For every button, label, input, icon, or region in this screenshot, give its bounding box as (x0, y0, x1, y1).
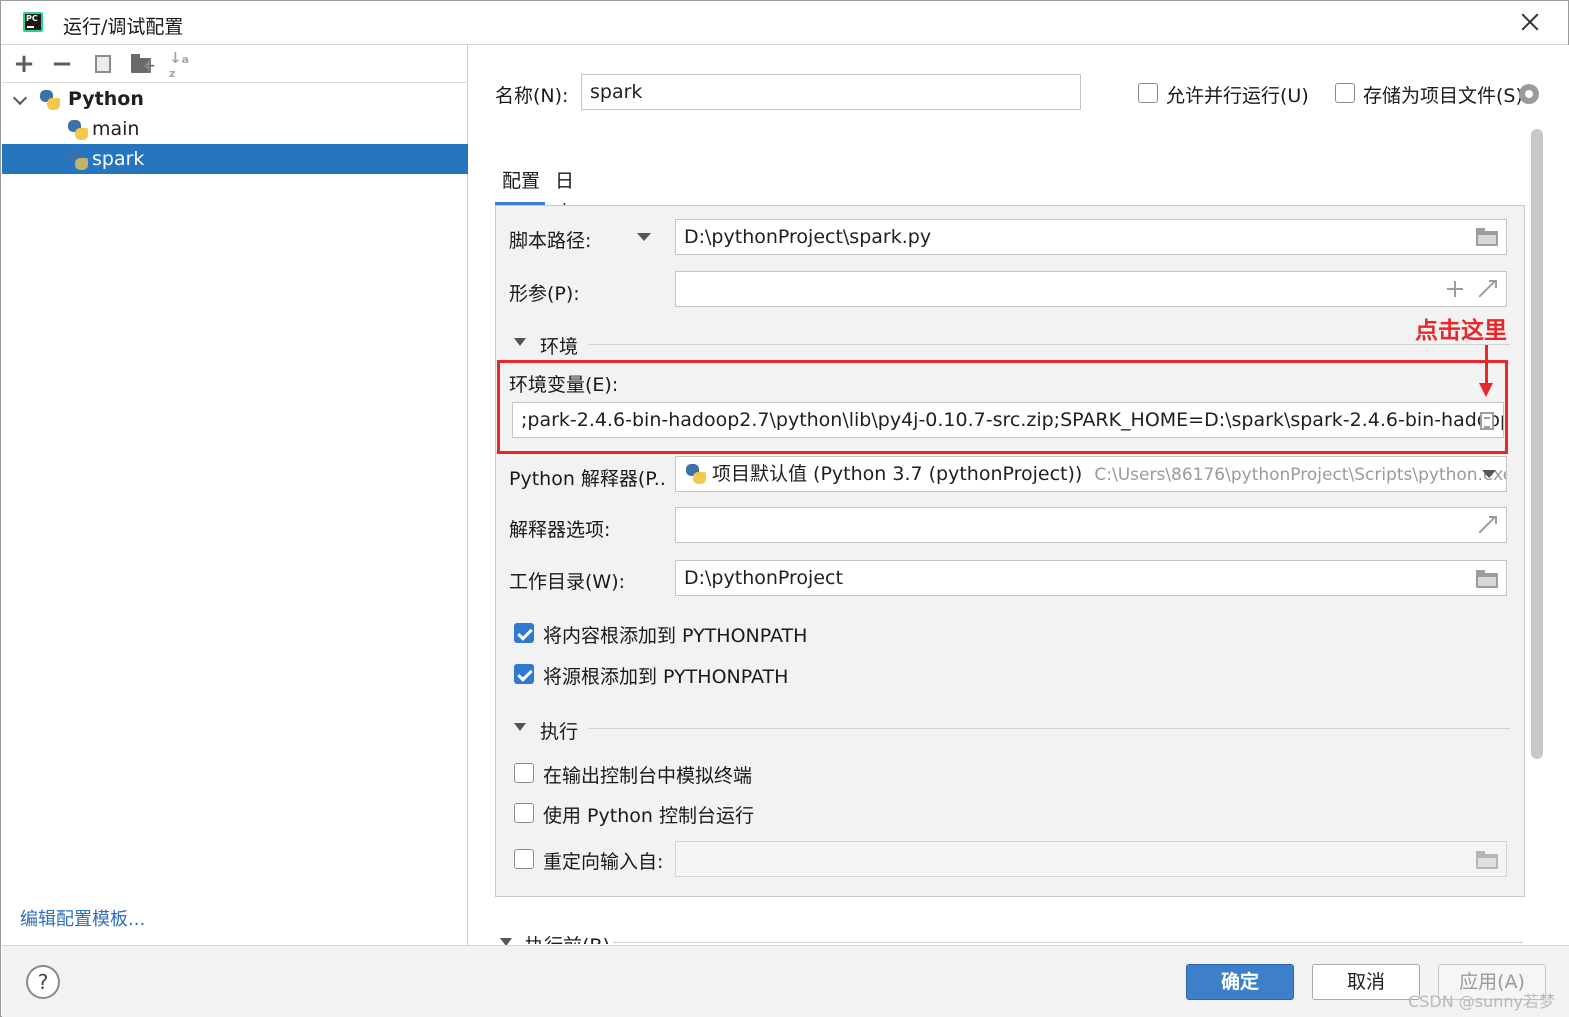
params-label: 形参(P): (509, 283, 580, 305)
store-as-file-checkbox[interactable] (1335, 83, 1355, 103)
section-divider (588, 344, 1510, 345)
python-icon (68, 120, 88, 140)
interp-options-label: 解释器选项: (509, 519, 611, 541)
tree-item-label: main (92, 118, 140, 140)
expand-icon[interactable] (1478, 516, 1496, 534)
tree-item-label: spark (92, 148, 145, 170)
workdir-label: 工作目录(W): (509, 571, 626, 593)
add-content-roots-checkbox[interactable] (514, 623, 534, 643)
tab-config[interactable]: 配置 (495, 165, 545, 205)
add-icon[interactable]: + (11, 51, 37, 77)
folder-icon[interactable] (1476, 570, 1498, 588)
gear-icon[interactable] (1519, 84, 1539, 104)
tree-item-main[interactable]: main (2, 114, 468, 144)
section-divider (613, 942, 1523, 943)
interpreter-select[interactable]: 项目默认值 (Python 3.7 (pythonProject)) C:\Us… (675, 456, 1507, 492)
title-bar: PC 运行/调试配置 (1, 1, 1568, 45)
python-icon (686, 464, 706, 484)
run-debug-config-dialog: PC 运行/调试配置 + − ↓az Python main spark 编辑配… (0, 0, 1569, 1017)
allow-parallel-checkbox[interactable] (1138, 83, 1158, 103)
tree-group-python[interactable]: Python (2, 84, 468, 114)
chevron-down-icon[interactable] (514, 723, 526, 731)
sort-icon[interactable]: ↓a z (169, 51, 189, 80)
script-path-label: 脚本路径: (509, 230, 592, 252)
edit-templates-link[interactable]: 编辑配置模板... (20, 905, 145, 931)
remove-icon[interactable]: − (49, 51, 75, 77)
python-icon (40, 90, 60, 110)
expand-icon[interactable] (1478, 280, 1496, 298)
interp-options-input[interactable] (675, 507, 1507, 543)
allow-parallel-label: 允许并行运行(U) (1166, 85, 1309, 107)
name-label: 名称(N): (495, 85, 569, 107)
add-source-roots-checkbox[interactable] (514, 664, 534, 684)
script-path-input[interactable]: D:\pythonProject\spark.py (675, 219, 1507, 255)
python-icon (68, 150, 88, 170)
pycharm-icon: PC (23, 12, 43, 32)
interpreter-value: 项目默认值 (Python 3.7 (pythonProject)) (712, 463, 1083, 485)
folder-icon[interactable] (1476, 851, 1498, 869)
chevron-down-icon[interactable] (637, 233, 651, 241)
emulate-terminal-checkbox[interactable] (514, 763, 534, 783)
env-section-title: 环境 (540, 336, 579, 358)
watermark: CSDN @sunny若梦 (1408, 992, 1555, 1011)
params-input[interactable] (675, 271, 1507, 307)
exec-section-title: 执行 (540, 721, 579, 743)
before-launch-title: 执行前(B) (525, 931, 610, 944)
highlight-box (497, 360, 1508, 454)
interpreter-label: Python 解释器(P.. (509, 468, 666, 490)
ok-button[interactable]: 确定 (1186, 964, 1294, 1000)
add-content-roots-label: 将内容根添加到 PYTHONPATH (543, 625, 808, 647)
arrow-down-icon (1479, 345, 1493, 397)
config-form: 脚本路径: D:\pythonProject\spark.py 形参(P): 环… (495, 205, 1525, 897)
interpreter-path: C:\Users\86176\pythonProject\Scripts\pyt… (1094, 465, 1507, 485)
run-python-console-label: 使用 Python 控制台运行 (543, 805, 754, 827)
add-source-roots-label: 将源根添加到 PYTHONPATH (543, 666, 789, 688)
tree-group-label: Python (68, 88, 144, 110)
chevron-down-icon[interactable] (514, 338, 526, 346)
close-icon[interactable] (1518, 10, 1542, 34)
redirect-input-checkbox[interactable] (514, 849, 534, 869)
window-title: 运行/调试配置 (63, 16, 184, 38)
tab-logs[interactable]: 日志 (555, 165, 574, 224)
new-folder-icon[interactable] (131, 54, 156, 74)
redirect-input-field[interactable] (675, 841, 1507, 877)
plus-icon[interactable] (1447, 281, 1463, 297)
vertical-scrollbar[interactable] (1531, 129, 1543, 759)
help-button[interactable]: ? (26, 965, 60, 999)
redirect-input-label: 重定向输入自: (543, 851, 664, 873)
name-input[interactable]: spark (581, 74, 1081, 110)
dialog-footer: ? 确定 取消 应用(A) CSDN @sunny若梦 (2, 945, 1569, 1017)
emulate-terminal-label: 在输出控制台中模拟终端 (543, 765, 753, 787)
config-editor-panel: 名称(N): spark 允许并行运行(U) 存储为项目文件(S) 配置 日志 … (469, 45, 1569, 946)
config-tree-panel: + − ↓az Python main spark 编辑配置模板... (2, 45, 468, 945)
run-python-console-checkbox[interactable] (514, 803, 534, 823)
section-divider (588, 728, 1510, 729)
chevron-down-icon[interactable] (1482, 470, 1496, 478)
folder-icon[interactable] (1476, 228, 1498, 246)
tree-toolbar: + − ↓az (2, 45, 468, 83)
copy-icon[interactable] (91, 51, 111, 73)
tree-item-spark[interactable]: spark (2, 144, 468, 174)
cancel-button[interactable]: 取消 (1312, 964, 1420, 1000)
annotation-label: 点击这里 (1415, 318, 1507, 344)
workdir-input[interactable]: D:\pythonProject (675, 560, 1507, 596)
store-as-file-label: 存储为项目文件(S) (1363, 85, 1523, 107)
chevron-down-icon[interactable] (12, 90, 28, 106)
